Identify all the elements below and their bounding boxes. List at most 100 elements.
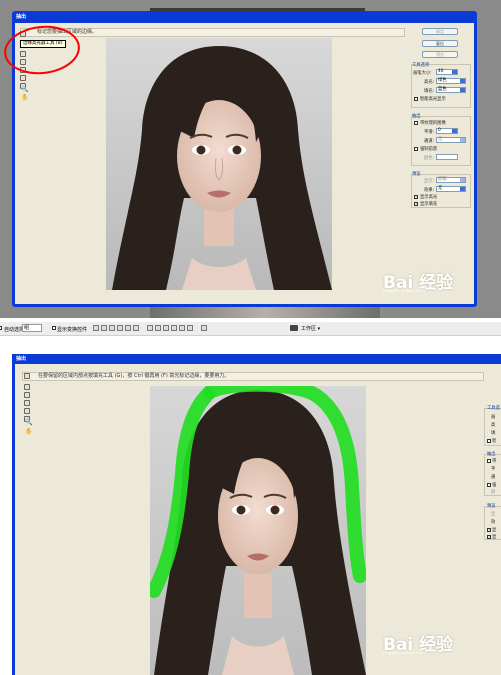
dialog-title: 抽出 (16, 14, 27, 20)
hand-icon[interactable]: ✋ (21, 94, 28, 101)
show-fill-checkbox[interactable] (414, 201, 418, 206)
show-value: 原稿 (438, 177, 447, 182)
right-label: 预览 (487, 504, 496, 509)
cleanup-tool-icon[interactable] (24, 408, 30, 414)
brush-size-value: 40 (438, 69, 444, 74)
show-highlight-checkbox[interactable] (414, 194, 418, 199)
distribute-right-icon[interactable] (187, 325, 193, 331)
textured-image-checkbox[interactable] (487, 459, 491, 463)
distribute-left-icon[interactable] (171, 325, 177, 331)
dialog-2-title: 抽出 (16, 356, 27, 362)
align-bottom-icon[interactable] (109, 325, 115, 331)
cleanup-tool-icon[interactable] (20, 75, 26, 81)
align-middle-icon[interactable] (101, 325, 107, 331)
right-label: 带 (492, 459, 497, 464)
force-foreground-label: 强制前景 (420, 147, 438, 152)
zoom-icon[interactable]: 🔍 (25, 419, 32, 426)
chevron-down-icon (460, 138, 465, 142)
portrait-preview[interactable] (106, 38, 332, 290)
right-label: 强 (492, 483, 497, 488)
hint-text-2: 在要保留的区域内部点按填充工具 (G)，按 Ctrl 键再用 (F) 高光标记边… (38, 373, 230, 379)
ok-button[interactable]: 确定 (422, 28, 458, 35)
right-label: 显 (491, 512, 496, 517)
force-foreground-checkbox[interactable] (487, 483, 491, 487)
preview-title: 预览 (412, 172, 421, 177)
show-fill-label: 显示填充 (420, 202, 438, 207)
chevron-right-icon[interactable] (452, 70, 457, 74)
extract-options-panel-2: 工具选 画 高 填 智 抽出 带 平 通 强 颜 预览 显 效 显 显 (484, 402, 501, 562)
show-fill-checkbox[interactable] (487, 534, 491, 539)
preview-button[interactable]: 预览 (422, 51, 458, 58)
watermark-sub: jingyan.baidu.com (383, 288, 426, 293)
distribute-center-icon[interactable] (179, 325, 185, 331)
chevron-down-icon (460, 178, 465, 182)
effect-select[interactable]: 无 (436, 186, 466, 192)
separator-gap (0, 336, 501, 354)
hand-icon[interactable]: ✋ (25, 428, 32, 435)
auto-align-icon[interactable] (201, 325, 207, 331)
right-label: 画 (491, 415, 496, 420)
highlight-value: 绿色 (438, 78, 447, 83)
fill-label: 填充: (424, 89, 435, 94)
show-transform-checkbox[interactable] (52, 326, 56, 330)
smart-highlight-checkbox[interactable] (487, 439, 491, 443)
right-label: 通 (491, 475, 496, 480)
baidu-watermark-top: Bai 经验 jingyan.baidu.com (383, 268, 453, 293)
portrait-preview-highlighted[interactable] (150, 386, 366, 675)
highlight-select[interactable]: 绿色 (436, 78, 466, 84)
effect-label: 效果: (424, 188, 435, 193)
right-label: 智 (492, 439, 497, 444)
show-transform-label: 显示变换控件 (57, 327, 88, 333)
align-top-icon[interactable] (93, 325, 99, 331)
smooth-value: 0 (438, 128, 441, 133)
smooth-field[interactable]: 0 (436, 128, 458, 134)
channel-select[interactable]: 无 (436, 137, 466, 143)
auto-select-target-value: 组 (24, 325, 30, 331)
brush-size-field[interactable]: 40 (436, 69, 458, 75)
edge-highlighter-icon[interactable] (24, 373, 30, 379)
right-label: 工具选 (487, 406, 500, 411)
chevron-down-icon (460, 79, 465, 83)
eraser-tool-icon[interactable] (24, 392, 30, 398)
chevron-right-icon[interactable] (452, 129, 457, 133)
right-label: 效 (491, 520, 496, 525)
right-label: 填 (491, 431, 496, 436)
right-label: 显 (492, 528, 497, 533)
zoom-icon[interactable]: 🔍 (21, 86, 28, 93)
show-select[interactable]: 原稿 (436, 177, 466, 183)
smart-highlight-checkbox[interactable] (414, 97, 418, 101)
fill-tool-icon[interactable] (24, 384, 30, 390)
smart-highlight-label: 智能高光显示 (420, 97, 446, 102)
align-center-icon[interactable] (125, 325, 131, 331)
portrait-with-highlight (150, 386, 366, 675)
auto-select-target-select[interactable]: 组 (22, 324, 42, 332)
watermark-sub: jingyan.baidu.com (383, 650, 426, 655)
align-right-icon[interactable] (133, 325, 139, 331)
force-foreground-checkbox[interactable] (414, 147, 418, 151)
color-swatch[interactable] (436, 154, 458, 160)
portrait-illustration (112, 46, 332, 290)
distribute-middle-icon[interactable] (155, 325, 161, 331)
extract-options-panel: 确定 复位 预览 工具选项 画笔大小: 40 高光: 绿色 填充: 蓝色 智能高… (408, 26, 472, 296)
extraction-title: 抽出 (412, 114, 421, 119)
auto-select-checkbox[interactable] (0, 326, 2, 330)
distribute-bottom-icon[interactable] (163, 325, 169, 331)
reset-button[interactable]: 复位 (422, 40, 458, 47)
smooth-label: 平滑: (424, 130, 435, 135)
effect-value: 无 (438, 186, 443, 191)
workspace-menu[interactable]: 工作区 ▾ (301, 325, 320, 332)
fill-select[interactable]: 蓝色 (436, 87, 466, 93)
background-image-edge (150, 307, 380, 318)
camera-icon[interactable] (290, 325, 298, 331)
right-label: 颜 (491, 490, 496, 495)
show-highlight-checkbox[interactable] (487, 527, 491, 532)
textured-image-checkbox[interactable] (414, 121, 418, 125)
align-left-icon[interactable] (117, 325, 123, 331)
tool-options-title: 工具选项 (412, 63, 430, 68)
show-label: 显示: (424, 179, 435, 184)
chevron-down-icon (460, 88, 465, 92)
right-label: 高 (491, 423, 496, 428)
distribute-top-icon[interactable] (147, 325, 153, 331)
eyedropper-tool-icon[interactable] (24, 400, 30, 406)
channel-label: 通道: (424, 139, 435, 144)
